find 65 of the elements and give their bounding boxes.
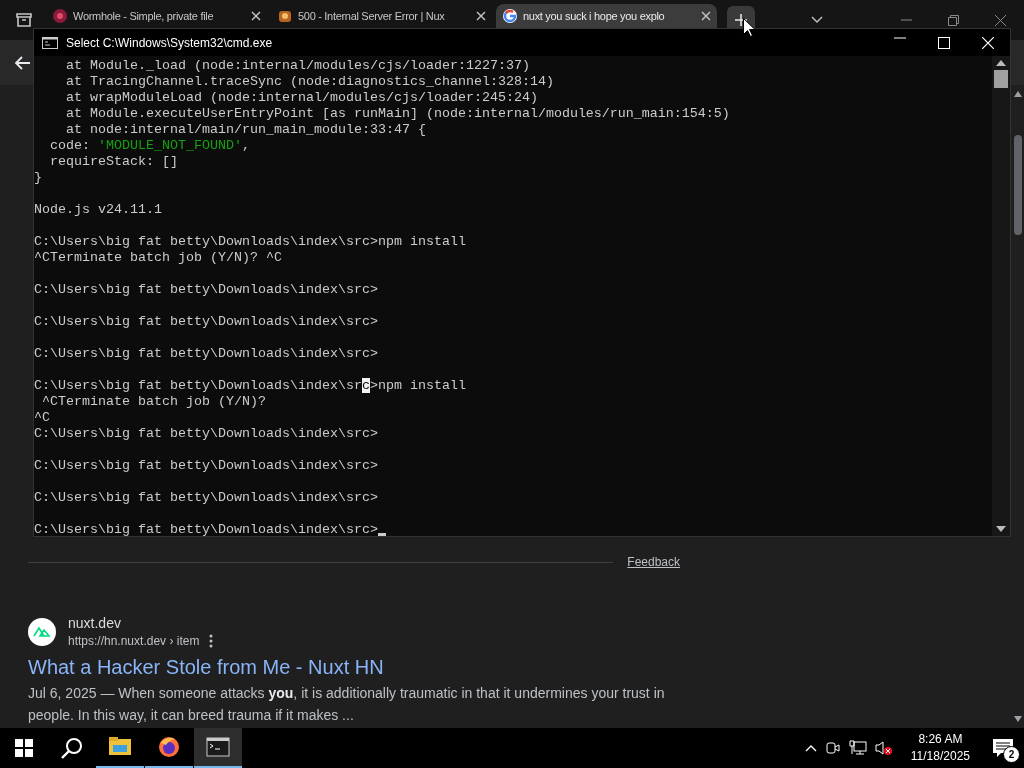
terminal-icon[interactable] <box>206 735 230 759</box>
terminal-line: at Module.executeUserEntryPoint [as runMain] (node:internal/modules/run_main:154:5) <box>65 106 730 122</box>
terminal-line: C:\Users\big fat betty\Downloads\index\src>npm install <box>34 234 466 250</box>
browser-tab[interactable]: Wormhole - Simple, private file <box>46 4 267 28</box>
scrollbar-thumb[interactable] <box>1014 135 1022 235</box>
firefox-icon[interactable] <box>157 735 181 759</box>
scrollbar[interactable] <box>992 56 1010 536</box>
terminal-line: requireStack: [] <box>49 154 178 170</box>
plus-icon[interactable] <box>735 14 747 26</box>
network-icon[interactable] <box>848 740 867 756</box>
window-title: Select C:\Windows\System32\cmd.exe <box>66 35 273 50</box>
terminal-line: C:\Users\big fat betty\Downloads\index\src> <box>34 282 378 298</box>
chevron-up-icon[interactable] <box>804 744 817 752</box>
terminal-line: code: 'MODULE_NOT_FOUND', <box>49 138 250 154</box>
terminal-line: ^C <box>34 410 50 426</box>
search-icon[interactable] <box>61 737 83 759</box>
camera-icon[interactable] <box>824 740 841 756</box>
terminal-line: C:\Users\big fat betty\Downloads\index\src> <box>34 522 386 536</box>
close-icon[interactable] <box>476 11 486 21</box>
terminal-line: Node.js v24.11.1 <box>34 202 162 218</box>
terminal-line: } <box>34 170 42 186</box>
muted-speaker-icon[interactable] <box>874 740 893 756</box>
result-snippet: Jul 6, 2025 — When someone attacks you, it is additionally traumatic in that it undermines your trust in people. In this way, it can breed trauma if it makes ... <box>28 684 666 725</box>
terminal-line: C:\Users\big fat betty\Downloads\index\src> <box>34 346 378 362</box>
result-title-link[interactable]: What a Hacker Stole from Me - Nuxt HN <box>28 656 384 679</box>
browser-tab[interactable]: 500 - Internal Server Error | Nux <box>271 4 492 28</box>
mountain-logo-icon <box>28 617 56 646</box>
up-arrow-icon[interactable] <box>996 60 1006 66</box>
notification-center-button[interactable]: 2 <box>988 733 1018 763</box>
down-arrow-icon[interactable] <box>1014 716 1022 722</box>
back-arrow-icon[interactable] <box>14 55 30 70</box>
close-icon[interactable] <box>701 11 711 21</box>
browser-tab[interactable]: nuxt you suck i hope you explo <box>496 4 717 28</box>
up-arrow-icon[interactable] <box>1014 91 1022 97</box>
taskbar-app[interactable] <box>194 728 242 768</box>
site-icon <box>502 8 518 24</box>
terminal-line: ^CTerminate batch job (Y/N)? ^C <box>34 250 282 266</box>
site-name: nuxt.dev <box>68 615 122 631</box>
result-url: https://hn.nuxt.dev › item <box>68 634 200 648</box>
notification-count: 2 <box>1003 746 1020 763</box>
terminal-line: C:\Users\big fat betty\Downloads\index\src>npm install <box>34 378 466 394</box>
more-icon[interactable] <box>209 634 214 648</box>
terminal-line: at TracingChannel.traceSync (node:diagnostics_channel:328:14) <box>65 74 554 90</box>
down-arrow-icon[interactable] <box>996 526 1006 532</box>
terminal-line: C:\Users\big fat betty\Downloads\index\src> <box>34 426 378 442</box>
clock-time[interactable]: 8:26 AM <box>918 731 963 748</box>
clock-date[interactable]: 11/18/2025 <box>910 748 970 765</box>
windows-logo-icon[interactable] <box>15 739 33 757</box>
text-cursor <box>377 533 386 536</box>
site-icon <box>52 8 68 24</box>
terminal-line: C:\Users\big fat betty\Downloads\index\src> <box>34 458 378 474</box>
chevron-down-icon[interactable] <box>811 16 823 24</box>
terminal-line: ^CTerminate batch job (Y/N)? <box>41 394 266 410</box>
maximize-icon[interactable] <box>938 36 950 49</box>
site-icon <box>277 8 293 24</box>
scrollbar-thumb[interactable] <box>994 70 1008 88</box>
terminal-line: C:\Users\big fat betty\Downloads\index\src> <box>34 490 378 506</box>
console-icon <box>42 36 58 49</box>
terminal-line: at node:internal/main/run_main_module:33:47 { <box>65 122 426 138</box>
terminal-line: at Module._load (node:internal/modules/cjs/loader:1227:37) <box>65 58 530 74</box>
terminal-line: at wrapModuleLoad (node:internal/modules/cjs/loader:245:24) <box>65 90 538 106</box>
restore-icon[interactable] <box>948 14 959 26</box>
feedback-link[interactable]: Feedback <box>627 555 680 569</box>
close-icon[interactable] <box>251 11 261 21</box>
terminal-line: C:\Users\big fat betty\Downloads\index\src> <box>34 314 378 330</box>
